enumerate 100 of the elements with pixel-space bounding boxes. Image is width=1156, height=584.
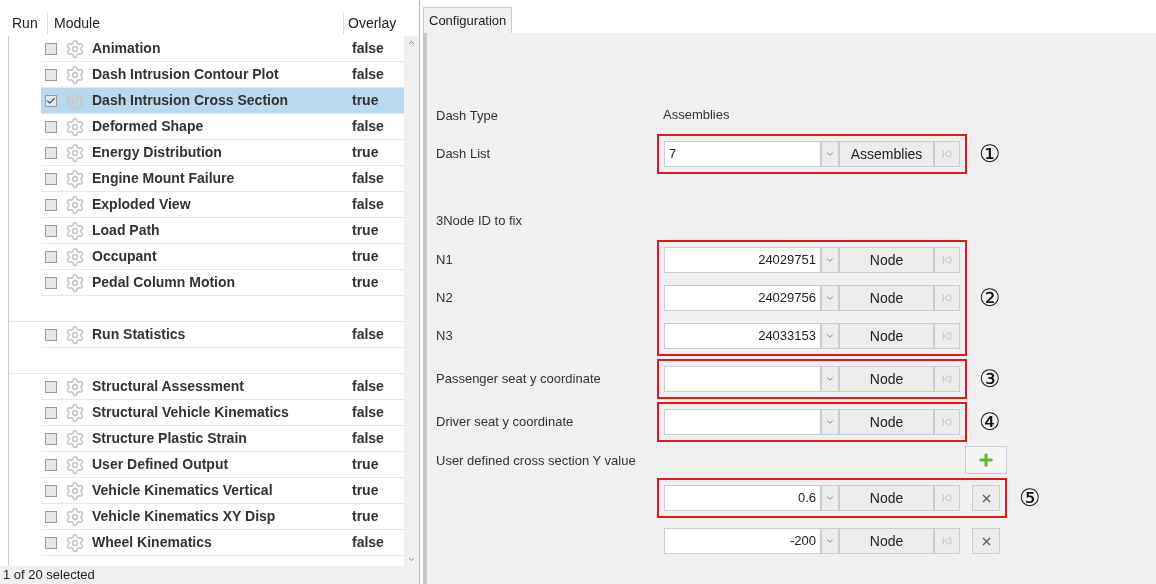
checkbox[interactable] [45, 120, 57, 133]
value-field[interactable]: 24029751 [664, 247, 821, 273]
select-button[interactable]: Node [839, 285, 934, 311]
skip-back-icon [942, 149, 952, 159]
checkbox[interactable] [45, 458, 57, 471]
tab[interactable]: Configuration [423, 7, 513, 33]
checkbox[interactable] [45, 172, 57, 185]
checkbox[interactable] [45, 484, 57, 497]
module-row[interactable]: Structure Plastic Strain false [41, 426, 404, 452]
reset-button[interactable] [934, 366, 960, 392]
checkbox[interactable] [45, 146, 57, 159]
checkbox[interactable] [45, 406, 57, 419]
dropdown-button[interactable] [821, 285, 839, 311]
reset-button[interactable] [934, 409, 960, 435]
module-row[interactable]: Load Path true [41, 218, 404, 244]
reset-button[interactable] [934, 323, 960, 349]
select-button[interactable]: Node [839, 485, 934, 511]
module-row[interactable]: Animation false [41, 36, 404, 62]
value-field[interactable]: 7 [664, 141, 821, 167]
checkbox[interactable] [45, 250, 57, 263]
field-label: 3Node ID to fix [436, 212, 522, 231]
dropdown-button[interactable] [821, 366, 839, 392]
dropdown-button[interactable] [821, 409, 839, 435]
module-row[interactable]: Occupant true [41, 244, 404, 270]
module-row[interactable]: Energy Distribution true [41, 140, 404, 166]
reset-button[interactable] [934, 141, 960, 167]
overlay-value: false [352, 169, 384, 188]
reset-button[interactable] [934, 485, 960, 511]
module-row[interactable]: Run Statistics false [41, 322, 404, 348]
module-row[interactable]: Vehicle Kinematics XY Disp true [41, 504, 404, 530]
callout-number: ① [979, 139, 1001, 170]
module-row[interactable]: Engine Mount Failure false [41, 166, 404, 192]
dropdown-button[interactable] [821, 485, 839, 511]
value-field[interactable] [664, 366, 821, 392]
module-row[interactable]: Wheel Kinematics false [41, 530, 404, 556]
select-button[interactable]: Assemblies [839, 141, 934, 167]
overlay-value: false [352, 377, 384, 396]
module-name: Wheel Kinematics [92, 533, 213, 552]
select-button[interactable]: Node [839, 247, 934, 273]
module-row[interactable]: Dash Intrusion Cross Section true [41, 88, 404, 114]
gear-icon [65, 142, 85, 163]
value-field[interactable]: 24029756 [664, 285, 821, 311]
checkbox[interactable] [45, 68, 57, 81]
gear-icon [65, 376, 85, 397]
dropdown-button[interactable] [821, 247, 839, 273]
module-row[interactable]: Dash Intrusion Contour Plot false [41, 62, 404, 88]
select-button[interactable]: Node [839, 366, 934, 392]
select-button[interactable]: Node [839, 323, 934, 349]
plus-icon [977, 451, 995, 469]
overlay-value: true [352, 143, 379, 162]
column-header[interactable]: Module [48, 13, 344, 34]
checkbox[interactable] [45, 328, 57, 341]
value-field[interactable]: -200 [664, 528, 821, 554]
column-header[interactable]: Run [0, 13, 48, 34]
checkbox[interactable] [45, 42, 57, 55]
column-header[interactable]: Overlay [344, 13, 397, 34]
scroll-up-icon[interactable] [407, 38, 416, 47]
overlay-value: true [352, 221, 379, 240]
checkbox[interactable] [45, 94, 57, 107]
select-button[interactable]: Node [839, 528, 934, 554]
overlay-value: false [352, 195, 384, 214]
checkbox[interactable] [45, 224, 57, 237]
checkbox[interactable] [45, 380, 57, 393]
module-row[interactable]: Deformed Shape false [41, 114, 404, 140]
reset-button[interactable] [934, 285, 960, 311]
reset-button[interactable] [934, 247, 960, 273]
value-field[interactable] [664, 409, 821, 435]
checkbox[interactable] [45, 536, 57, 549]
value-field[interactable]: 0.6 [664, 485, 821, 511]
overlay-value: false [352, 117, 384, 136]
checkbox[interactable] [45, 198, 57, 211]
overlay-value: true [352, 247, 379, 266]
module-row[interactable]: Structural Vehicle Kinematics false [41, 400, 404, 426]
remove-button[interactable] [972, 485, 1000, 511]
dropdown-button[interactable] [821, 528, 839, 554]
module-row[interactable]: User Defined Output true [41, 452, 404, 478]
scrollbar[interactable] [404, 36, 419, 566]
overlay-value: false [352, 325, 384, 344]
scroll-down-icon[interactable] [407, 555, 416, 564]
checkbox[interactable] [45, 276, 57, 289]
module-name: Structure Plastic Strain [92, 429, 248, 448]
module-row[interactable]: Exploded View false [41, 192, 404, 218]
add-button[interactable] [965, 446, 1007, 474]
value-field[interactable]: 24033153 [664, 323, 821, 349]
module-row[interactable]: Structural Assessment false [41, 374, 404, 400]
module-name: Vehicle Kinematics XY Disp [92, 507, 277, 526]
checkbox[interactable] [45, 510, 57, 523]
module-row[interactable]: Pedal Column Motion true [41, 270, 404, 296]
reset-button[interactable] [934, 528, 960, 554]
status-text: 1 of 20 selected [3, 566, 95, 584]
dropdown-button[interactable] [821, 141, 839, 167]
overlay-value: true [352, 507, 379, 526]
module-name: Vehicle Kinematics Vertical [92, 481, 274, 500]
gear-icon [65, 532, 85, 553]
checkbox[interactable] [45, 432, 57, 445]
module-name: Exploded View [92, 195, 192, 214]
remove-button[interactable] [972, 528, 1000, 554]
dropdown-button[interactable] [821, 323, 839, 349]
module-row[interactable]: Vehicle Kinematics Vertical true [41, 478, 404, 504]
select-button[interactable]: Node [839, 409, 934, 435]
